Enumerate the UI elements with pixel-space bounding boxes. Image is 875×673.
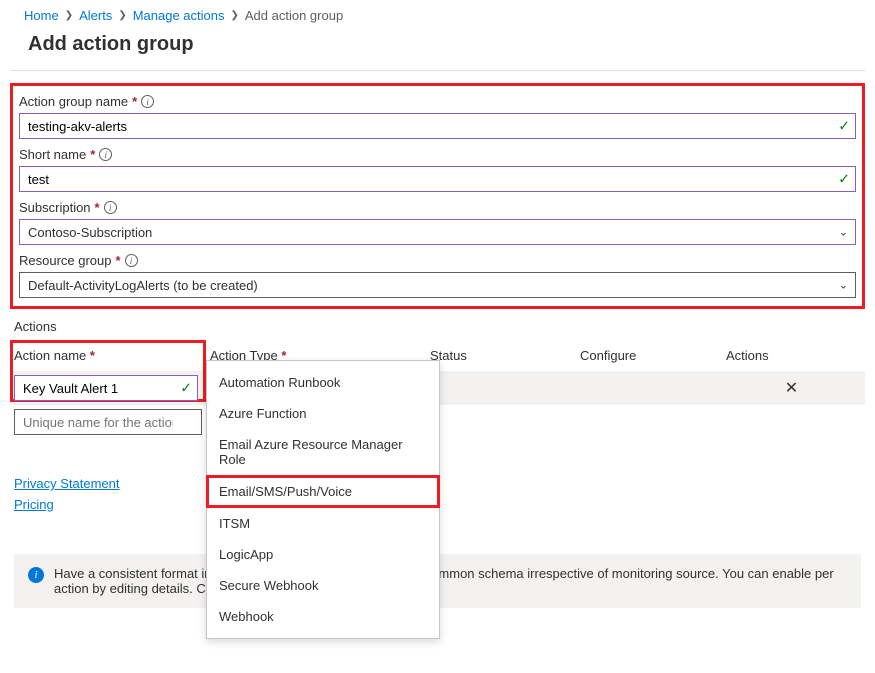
field-action-group-name: Action group name * i ✓ — [19, 92, 856, 139]
field-resource-group: Resource group * i Default-ActivityLogAl… — [19, 251, 856, 298]
required-icon: * — [90, 147, 95, 162]
option-automation-runbook[interactable]: Automation Runbook — [207, 367, 439, 398]
th-configure: Configure — [580, 348, 726, 363]
action-group-name-input[interactable] — [19, 113, 856, 139]
pricing-link[interactable]: Pricing — [14, 497, 120, 512]
short-name-input[interactable] — [19, 166, 856, 192]
chevron-right-icon: ❯ — [230, 10, 238, 21]
field-subscription: Subscription * i Contoso-Subscription ⌄ — [19, 198, 856, 245]
resource-group-select[interactable]: Default-ActivityLogAlerts (to be created… — [19, 272, 856, 298]
required-icon: * — [132, 94, 137, 109]
check-icon: ✓ — [838, 118, 850, 135]
actions-section-label: Actions — [0, 315, 875, 340]
option-itsm[interactable]: ITSM — [207, 508, 439, 539]
page-title: Add action group — [0, 29, 875, 70]
subscription-select[interactable]: Contoso-Subscription — [19, 219, 856, 245]
option-azure-function[interactable]: Azure Function — [207, 398, 439, 429]
th-action-name: Action name — [14, 348, 86, 363]
breadcrumb-alerts[interactable]: Alerts — [79, 8, 112, 23]
option-webhook[interactable]: Webhook — [207, 601, 439, 632]
check-icon: ✓ — [180, 380, 192, 397]
breadcrumb-current: Add action group — [245, 8, 343, 23]
required-icon: * — [90, 348, 95, 363]
info-icon[interactable]: i — [104, 201, 117, 214]
chevron-right-icon: ❯ — [65, 10, 73, 21]
label-short-name: Short name — [19, 147, 86, 162]
breadcrumb: Home ❯ Alerts ❯ Manage actions ❯ Add act… — [0, 0, 875, 29]
label-action-group-name: Action group name — [19, 94, 128, 109]
banner-text: Have a consistent format in email notifi… — [54, 566, 847, 596]
footer-links: Privacy Statement Pricing — [14, 476, 120, 518]
option-logicapp[interactable]: LogicApp — [207, 539, 439, 570]
option-email-sms-push-voice[interactable]: Email/SMS/Push/Voice — [206, 475, 440, 508]
delete-row-button[interactable]: ✕ — [785, 378, 798, 398]
field-short-name: Short name * i ✓ — [19, 145, 856, 192]
chevron-right-icon: ❯ — [118, 10, 126, 21]
privacy-statement-link[interactable]: Privacy Statement — [14, 476, 120, 491]
action-name-input[interactable] — [14, 375, 198, 401]
divider — [10, 70, 865, 71]
required-icon: * — [116, 253, 121, 268]
info-icon[interactable]: i — [125, 254, 138, 267]
info-icon[interactable]: i — [99, 148, 112, 161]
option-email-arm-role[interactable]: Email Azure Resource Manager Role — [207, 429, 439, 475]
action-type-dropdown: Automation Runbook Azure Function Email … — [206, 360, 440, 639]
required-icon: * — [95, 200, 100, 215]
th-actions: Actions — [726, 348, 861, 363]
breadcrumb-home[interactable]: Home — [24, 8, 59, 23]
label-subscription: Subscription — [19, 200, 91, 215]
close-icon: ✕ — [785, 380, 798, 397]
option-secure-webhook[interactable]: Secure Webhook — [207, 570, 439, 601]
info-icon: i — [28, 567, 44, 583]
info-icon[interactable]: i — [141, 95, 154, 108]
check-icon: ✓ — [838, 171, 850, 188]
th-status: Status — [430, 348, 580, 363]
form-highlight-box: Action group name * i ✓ Short name * i ✓… — [10, 83, 865, 309]
label-resource-group: Resource group — [19, 253, 112, 268]
new-action-name-input[interactable] — [14, 409, 202, 435]
breadcrumb-manage-actions[interactable]: Manage actions — [133, 8, 225, 23]
